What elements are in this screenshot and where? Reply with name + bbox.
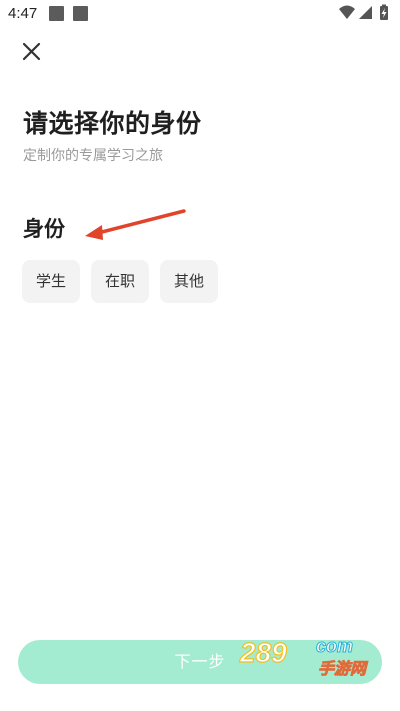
notification-square-icon bbox=[49, 6, 64, 21]
wifi-icon bbox=[339, 5, 355, 19]
status-time: 4:47 bbox=[8, 5, 38, 22]
identity-option-other[interactable]: 其他 bbox=[160, 260, 218, 303]
close-button[interactable] bbox=[18, 38, 46, 66]
signal-icon bbox=[359, 6, 372, 19]
annotation-arrow-icon bbox=[85, 209, 186, 240]
section-title-identity: 身份 bbox=[23, 217, 65, 241]
identity-option-student[interactable]: 学生 bbox=[22, 260, 80, 303]
battery-charging-icon bbox=[380, 4, 388, 20]
status-bar: 4:47 bbox=[0, 0, 400, 28]
page-title: 请选择你的身份 bbox=[23, 109, 202, 138]
close-icon bbox=[22, 42, 41, 61]
notification-square-icon bbox=[73, 6, 88, 21]
next-step-button[interactable]: 下一步 bbox=[18, 640, 382, 684]
page-subtitle: 定制你的专属学习之旅 bbox=[23, 148, 163, 164]
status-icons bbox=[339, 4, 388, 20]
identity-option-employed[interactable]: 在职 bbox=[91, 260, 149, 303]
